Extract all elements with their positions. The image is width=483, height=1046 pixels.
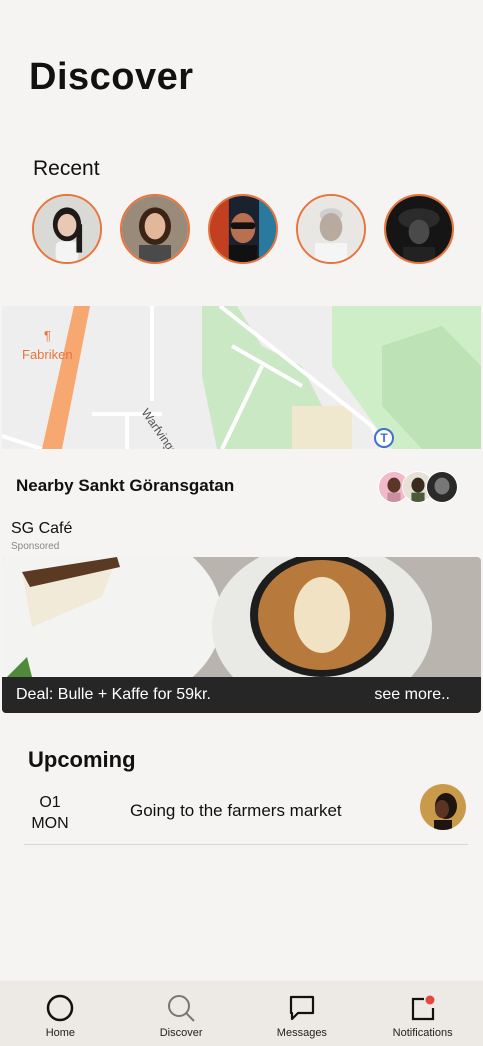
sponsored-label: Sponsored (11, 541, 60, 552)
recent-avatar-5[interactable] (384, 194, 454, 264)
deal-banner: Deal: Bulle + Kaffe for 59kr. see more.. (2, 677, 481, 713)
event-day-name: MON (31, 815, 69, 832)
page-title: Discover (29, 56, 194, 98)
tab-label: Home (45, 1027, 76, 1039)
tab-label: Discover (159, 1027, 203, 1039)
recent-avatar-2[interactable] (120, 194, 190, 264)
event-title: Going to the farmers market (130, 801, 342, 820)
nearby-people-avatars[interactable] (378, 471, 458, 503)
event-day-number: O1 (39, 794, 61, 811)
map-place-label: Fabriken (22, 347, 73, 362)
search-icon (166, 993, 196, 1023)
deal-text: Deal: Bulle + Kaffe for 59kr. (16, 686, 211, 703)
recent-avatar-3[interactable] (208, 194, 278, 264)
bottom-tab-bar: Home Discover Messages Notifications (0, 981, 483, 1046)
tab-notifications[interactable]: Notifications (362, 981, 483, 1046)
nearby-title: Nearby Sankt Göransgatan (16, 476, 235, 495)
bell-notification-icon (408, 993, 438, 1023)
event-host-avatar[interactable] (420, 784, 466, 830)
restaurant-icon: ¶ (44, 328, 51, 343)
cafe-name: SG Café (11, 520, 73, 537)
upcoming-section-title: Upcoming (28, 747, 136, 772)
tab-messages[interactable]: Messages (242, 981, 363, 1046)
upcoming-event-row[interactable]: O1 MON Going to the farmers market (24, 784, 468, 845)
tab-discover[interactable]: Discover (121, 981, 242, 1046)
tab-label: Messages (276, 1027, 327, 1039)
chat-bubble-icon (287, 993, 317, 1023)
recent-avatar-4[interactable] (296, 194, 366, 264)
tab-home[interactable]: Home (0, 981, 121, 1046)
event-date: O1 MON (24, 792, 76, 834)
recent-avatars-row (32, 194, 454, 264)
home-circle-icon (45, 993, 75, 1023)
see-more-link[interactable]: see more.. (374, 686, 450, 704)
recent-section-title: Recent (33, 157, 100, 180)
nearby-map[interactable]: ¶ Fabriken Warfvinge T (2, 306, 481, 449)
recent-avatar-1[interactable] (32, 194, 102, 264)
cafe-deal-card[interactable]: Deal: Bulle + Kaffe for 59kr. see more.. (2, 557, 481, 713)
nearby-avatar-3 (426, 471, 458, 503)
transit-icon: T (374, 428, 394, 448)
tab-label: Notifications (392, 1027, 453, 1039)
